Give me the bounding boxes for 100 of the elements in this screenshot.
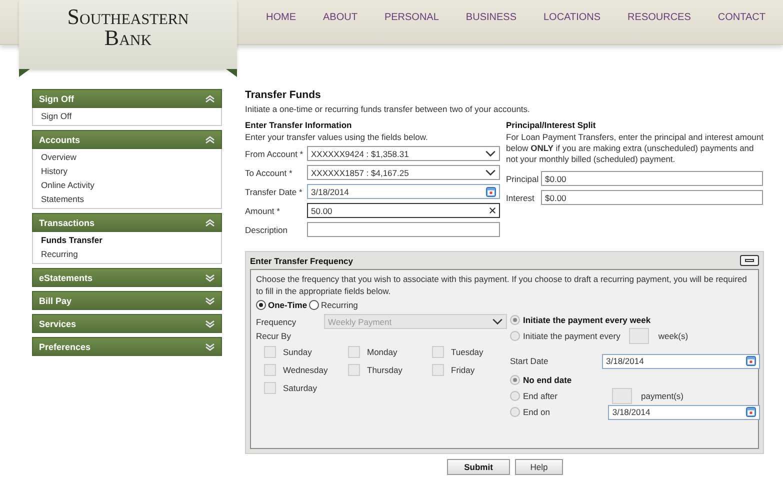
- date-field[interactable]: 3/18/2014: [307, 184, 500, 199]
- checkbox[interactable]: [264, 364, 276, 376]
- bank-name[interactable]: Bank: [104, 27, 152, 48]
- number-field[interactable]: [612, 388, 632, 404]
- chevron-down-icon: [485, 169, 496, 176]
- account-dropdown[interactable]: XXXXXX1857 : $4,167.25: [307, 165, 500, 180]
- sidebar-link[interactable]: History: [41, 164, 68, 178]
- nav-link[interactable]: ABOUT: [323, 12, 358, 22]
- unit-label: week(s): [658, 331, 688, 341]
- section-header[interactable]: Services: [32, 314, 222, 333]
- minimize-button[interactable]: [740, 255, 759, 266]
- radio-button[interactable]: [510, 407, 520, 417]
- radio-button[interactable]: [510, 375, 520, 385]
- nav-link[interactable]: RESOURCES: [628, 12, 691, 22]
- section-header[interactable]: Transactions: [32, 213, 222, 232]
- checkbox[interactable]: [348, 346, 360, 358]
- checkbox[interactable]: [432, 364, 444, 376]
- field-label: Start Date: [510, 356, 550, 366]
- account-dropdown[interactable]: XXXXXX9424 : $1,358.31: [307, 146, 500, 161]
- radio-label[interactable]: End after: [523, 391, 609, 401]
- checkbox[interactable]: [432, 346, 444, 358]
- date-field[interactable]: 3/18/2014: [608, 404, 760, 420]
- expand-icon: [205, 320, 215, 328]
- nav-link[interactable]: LOCATIONS: [544, 12, 601, 22]
- radio-label[interactable]: End on: [523, 407, 606, 417]
- sidebar-link[interactable]: Overview: [41, 150, 76, 164]
- expand-icon: [205, 274, 215, 282]
- field-label: Transfer Date *: [245, 186, 304, 196]
- checkbox-label[interactable]: Sunday: [283, 347, 312, 357]
- checkbox-label[interactable]: Monday: [367, 347, 398, 357]
- checkbox-label[interactable]: Thursday: [367, 365, 402, 375]
- calendar-icon[interactable]: [746, 407, 756, 417]
- radio-button[interactable]: [510, 315, 520, 325]
- field-label: Amount *: [245, 206, 281, 216]
- radio-label[interactable]: No end date: [523, 375, 609, 385]
- amount-field[interactable]: 50.00: [307, 203, 500, 218]
- field-label: Principal: [506, 174, 540, 184]
- section-header[interactable]: eStatements: [32, 268, 222, 287]
- nav-link[interactable]: PERSONAL: [384, 12, 439, 22]
- checkbox-label[interactable]: Tuesday: [451, 347, 484, 357]
- checkbox[interactable]: [348, 364, 360, 376]
- field-label: Frequency: [256, 316, 298, 326]
- checkbox-label[interactable]: Wednesday: [283, 365, 328, 375]
- amount-field[interactable]: $0.00: [541, 190, 763, 205]
- calendar-icon[interactable]: [746, 356, 756, 366]
- expand-icon: [205, 296, 215, 304]
- section-header[interactable]: Preferences: [32, 337, 222, 356]
- field-label: Recur By: [256, 331, 292, 341]
- checkbox-label[interactable]: Friday: [451, 365, 475, 375]
- sidebar-link[interactable]: Funds Transfer: [41, 233, 102, 247]
- nav-link[interactable]: BUSINESS: [466, 12, 516, 22]
- collapse-icon: [205, 136, 215, 144]
- panel-title: Enter Transfer Frequency: [250, 256, 353, 266]
- intro-text: Initiate a one-time or recurring funds transfer between two of your accounts.: [245, 104, 531, 114]
- chevron-down-icon: [492, 318, 503, 325]
- collapse-icon: [205, 218, 215, 226]
- checkbox[interactable]: [264, 382, 276, 394]
- radio-label[interactable]: Recurring: [321, 300, 358, 310]
- bank-name[interactable]: Southeastern: [67, 6, 189, 27]
- hint-text: Enter your transfer values using the fields below.: [245, 132, 429, 142]
- checkbox[interactable]: [264, 346, 276, 358]
- section-heading: Enter Transfer Information: [245, 120, 353, 130]
- field-label: From Account *: [245, 148, 304, 158]
- nav-link[interactable]: CONTACT: [718, 12, 766, 22]
- field-label: To Account *: [245, 168, 294, 178]
- field-label: Interest: [506, 192, 536, 202]
- radio-label[interactable]: Initiate the payment every: [523, 331, 620, 341]
- sidebar-link[interactable]: Recurring: [41, 247, 78, 261]
- ribbon-corner: [226, 69, 237, 77]
- sidebar-link[interactable]: Sign Off: [41, 109, 72, 123]
- note-text: For Loan Payment Transfers, enter the principal and interest amount below ONLY if you are making extra (unscheduled) payments and not your monthly billed (scheduled) payment.: [506, 132, 764, 165]
- ribbon-corner: [19, 69, 30, 77]
- number-field[interactable]: [629, 328, 650, 344]
- sidebar-link[interactable]: Online Activity: [41, 178, 94, 192]
- chevron-down-icon: [485, 150, 496, 157]
- date-field[interactable]: 3/18/2014: [602, 354, 760, 368]
- radio-button[interactable]: [510, 391, 520, 401]
- section-header[interactable]: Sign Off: [32, 89, 222, 108]
- submit-button[interactable]: Submit: [447, 459, 510, 475]
- description-field[interactable]: [307, 222, 500, 237]
- radio-button[interactable]: [309, 300, 320, 310]
- amount-field[interactable]: $0.00: [541, 171, 763, 186]
- page-title: Transfer Funds: [245, 89, 322, 101]
- expand-icon: [205, 342, 215, 350]
- help-button[interactable]: Help: [515, 459, 563, 475]
- unit-label: payment(s): [641, 391, 684, 401]
- calendar-icon[interactable]: [486, 186, 496, 196]
- section-header[interactable]: Bill Pay: [32, 291, 222, 310]
- radio-button[interactable]: [510, 331, 520, 341]
- radio-label[interactable]: One-Time: [268, 300, 308, 310]
- clear-icon[interactable]: [489, 207, 496, 214]
- section-header[interactable]: Accounts: [32, 130, 222, 149]
- collapse-icon: [205, 94, 215, 102]
- checkbox-label[interactable]: Saturday: [283, 383, 318, 393]
- description-text: Choose the frequency that you wish to associate with this payment. If you choose to draft a recurring payment, you will be required to fill in the appropriate fields below.: [256, 273, 748, 297]
- radio-label[interactable]: Initiate the payment every week: [523, 315, 651, 325]
- radio-button[interactable]: [256, 300, 266, 310]
- field-label: Description: [245, 224, 289, 234]
- nav-link[interactable]: HOME: [266, 12, 296, 22]
- sidebar-link[interactable]: Statements: [41, 192, 84, 206]
